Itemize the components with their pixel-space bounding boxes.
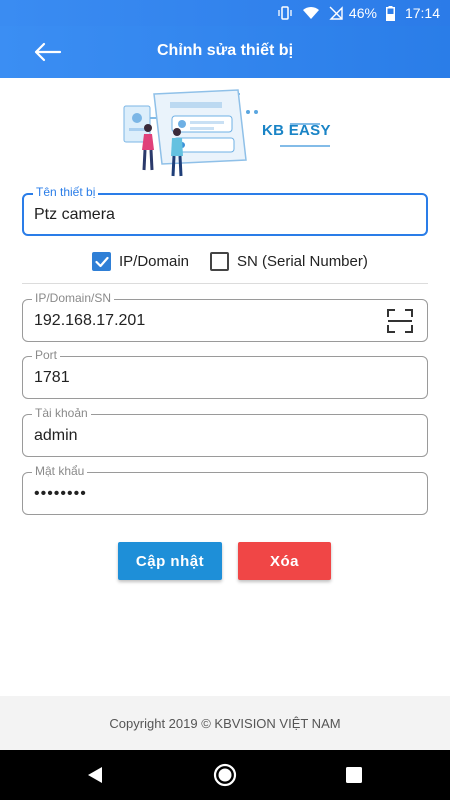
status-bar: 46% 17:14 [0,0,450,26]
checkbox-unchecked-icon [210,252,229,271]
page-title: Chỉnh sửa thiết bị [156,42,294,59]
system-nav-bar [0,750,450,800]
wifi-icon [302,6,320,20]
account-field[interactable]: Tài khoản admin [22,406,428,457]
battery-icon [385,5,395,21]
no-sim-icon [329,6,343,20]
password-value: •••••••• [34,485,87,502]
ip-domain-field-label: IP/Domain/SN [32,291,115,305]
ip-domain-label: IP/Domain [119,253,190,270]
serial-number-label: SN (Serial Number) [237,253,368,270]
copyright-footer: Copyright 2019 © KBVISION VIỆT NAM [0,696,450,750]
password-field[interactable]: Mật khẩu •••••••• [22,464,428,515]
qr-scan-button[interactable] [387,309,413,333]
ip-domain-value: 192.168.17.201 [34,312,146,329]
clock: 17:14 [404,5,440,21]
serial-number-checkbox[interactable]: SN (Serial Number) [210,252,368,271]
divider [22,283,428,284]
delete-button[interactable]: Xóa [238,542,331,580]
checkbox-checked-icon [92,252,111,271]
nav-back-icon[interactable] [86,766,104,789]
account-label: Tài khoản [32,406,91,420]
app-bar: Chỉnh sửa thiết bị [0,26,450,78]
vibrate-icon [277,6,293,20]
device-name-value: Ptz camera [34,206,115,223]
password-label: Mật khẩu [32,464,88,478]
device-name-field[interactable]: Tên thiết bị Ptz camera [22,185,428,236]
port-label: Port [32,348,61,362]
battery-percent: 46% [348,5,377,21]
nav-home-icon[interactable] [213,763,237,792]
connection-mode: IP/Domain SN (Serial Number) [0,252,450,276]
scan-icon [387,309,413,333]
update-button[interactable]: Cập nhật [118,542,222,580]
ip-domain-checkbox[interactable]: IP/Domain [92,252,189,271]
ip-domain-field[interactable]: IP/Domain/SN 192.168.17.201 [22,291,428,342]
port-value: 1781 [34,369,70,386]
nav-recents-icon[interactable] [346,767,362,788]
port-field[interactable]: Port 1781 [22,348,428,399]
device-name-label: Tên thiết bị [33,185,99,199]
account-value: admin [34,427,78,444]
brand-logo-text: KB EASY [262,122,331,139]
